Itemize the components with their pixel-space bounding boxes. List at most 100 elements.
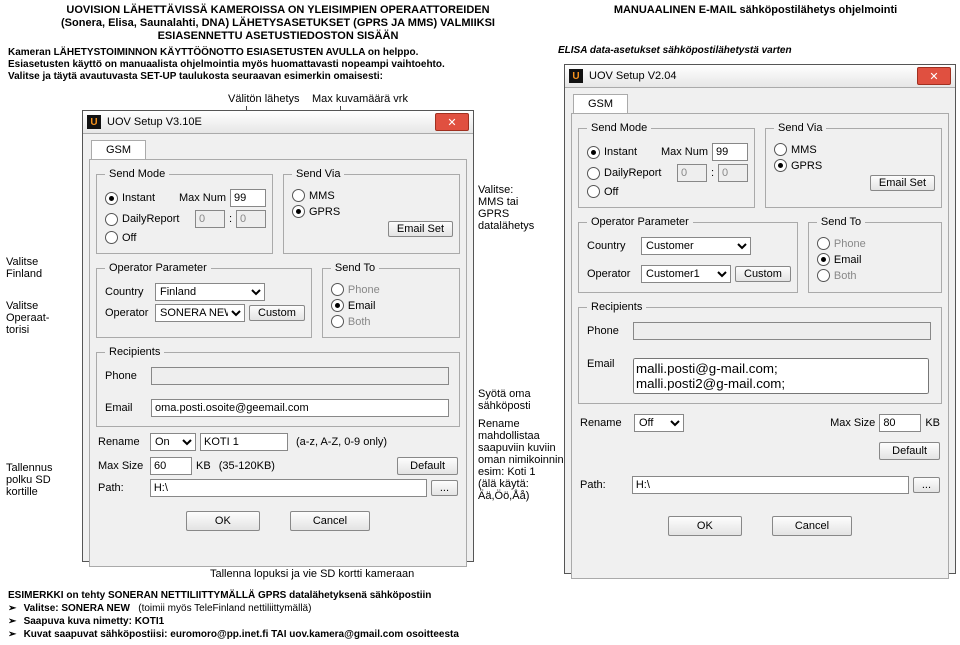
radio-off[interactable] <box>587 185 600 198</box>
input-maxnum[interactable] <box>712 143 748 161</box>
tab-gsm[interactable]: GSM <box>573 94 628 113</box>
radio-sendto-phone[interactable] <box>331 283 344 296</box>
label-kb: KB <box>196 460 211 472</box>
label-maxsize: Max Size <box>98 460 146 472</box>
label-maxnum: Max Num <box>661 146 708 158</box>
right-subheading: ELISA data-asetukset sähköpostilähetystä… <box>558 45 953 57</box>
radio-sendto-both[interactable] <box>331 315 344 328</box>
group-operator-parameter: Operator Parameter Country Customer Oper… <box>578 216 798 293</box>
input-daily-m <box>236 210 266 228</box>
legend-send-to: Send To <box>331 262 379 274</box>
label-sendto-phone: Phone <box>834 238 866 250</box>
input-rec-email[interactable] <box>151 399 449 417</box>
caption-email: Syötä oma sähköposti <box>478 388 548 412</box>
uov-setup-dialog-2: U UOV Setup V2.04 ✕ GSM Send Mode Instan… <box>564 64 956 574</box>
label-kb: KB <box>925 417 940 429</box>
input-maxnum[interactable] <box>230 189 266 207</box>
input-daily-h <box>677 164 707 182</box>
radio-mms[interactable] <box>292 189 305 202</box>
select-country[interactable]: Customer <box>641 237 751 255</box>
label-off: Off <box>122 232 136 244</box>
radio-dailyreport[interactable] <box>105 213 118 226</box>
browse-button[interactable]: ... <box>913 477 940 493</box>
close-icon[interactable]: ✕ <box>917 67 951 85</box>
radio-gprs[interactable] <box>292 205 305 218</box>
left-intro: Kameran LÄHETYSTOIMINNON KÄYTTÖÖNOTTO ES… <box>8 47 548 83</box>
cancel-button[interactable]: Cancel <box>772 516 852 536</box>
label-maxsize: Max Size <box>830 417 875 429</box>
custom-button[interactable]: Custom <box>249 305 305 321</box>
label-sendto-email: Email <box>834 254 862 266</box>
input-daily-m <box>718 164 748 182</box>
radio-off[interactable] <box>105 231 118 244</box>
custom-button[interactable]: Custom <box>735 266 791 282</box>
label-rename: Rename <box>580 417 630 429</box>
email-set-button[interactable]: Email Set <box>388 221 453 237</box>
app-icon: U <box>87 115 101 129</box>
radio-sendto-email[interactable] <box>331 299 344 312</box>
label-off: Off <box>604 186 618 198</box>
app-icon: U <box>569 69 583 83</box>
label-mms: MMS <box>309 190 335 202</box>
input-maxsize[interactable] <box>879 414 921 432</box>
input-rename[interactable] <box>200 433 288 451</box>
select-operator[interactable]: Customer1 <box>641 265 731 283</box>
email-set-button[interactable]: Email Set <box>870 175 935 191</box>
legend-recipients: Recipients <box>105 346 164 358</box>
default-button[interactable]: Default <box>879 442 940 460</box>
input-rec-email[interactable]: malli.posti@g-mail.com; malli.posti2@g-m… <box>633 358 929 394</box>
radio-sendto-phone[interactable] <box>817 237 830 250</box>
label-mms: MMS <box>791 144 817 156</box>
window-title: UOV Setup V2.04 <box>589 70 676 82</box>
label-instant: Instant <box>604 146 637 158</box>
tab-gsm[interactable]: GSM <box>91 140 146 159</box>
radio-sendto-email[interactable] <box>817 253 830 266</box>
label-operator: Operator <box>105 307 151 319</box>
select-rename[interactable]: On <box>150 433 196 451</box>
label-sendto-both: Both <box>834 270 857 282</box>
group-send-to: Send To Phone Email Both <box>322 262 460 338</box>
label-rec-phone: Phone <box>587 325 629 337</box>
cancel-button[interactable]: Cancel <box>290 511 370 531</box>
caption-instant: Välitön lähetys <box>228 93 300 105</box>
close-icon[interactable]: ✕ <box>435 113 469 131</box>
caption-operator: Valitse Operaat- torisi <box>6 300 61 336</box>
legend-op-param: Operator Parameter <box>105 262 211 274</box>
radio-gprs[interactable] <box>774 159 787 172</box>
ok-button[interactable]: OK <box>668 516 742 536</box>
radio-sendto-both[interactable] <box>817 269 830 282</box>
label-country: Country <box>587 240 637 252</box>
label-rename: Rename <box>98 436 146 448</box>
browse-button[interactable]: ... <box>431 480 458 496</box>
label-rec-email: Email <box>587 358 629 370</box>
input-maxsize[interactable] <box>150 457 192 475</box>
radio-instant[interactable] <box>587 146 600 159</box>
label-sendto-email: Email <box>348 300 376 312</box>
label-rename-hint: (a-z, A-Z, 0-9 only) <box>296 436 387 448</box>
caption-save-sd: Tallenna lopuksi ja vie SD kortti kamera… <box>210 568 414 580</box>
group-send-mode: Send Mode Instant Max Num DailyReport : <box>578 122 755 208</box>
caption-finland: Valitse Finland <box>6 256 56 280</box>
input-path[interactable] <box>150 479 427 497</box>
right-heading: MANUAALINEN E-MAIL sähköpostilähetys ohj… <box>558 4 953 17</box>
label-dailyreport: DailyReport <box>122 213 179 225</box>
radio-instant[interactable] <box>105 192 118 205</box>
select-rename[interactable]: Off <box>634 414 684 432</box>
caption-rename: Rename mahdollistaa saapuviin kuviin oma… <box>478 418 568 502</box>
select-country[interactable]: Finland <box>155 283 265 301</box>
label-sendto-both: Both <box>348 316 371 328</box>
group-send-via: Send Via MMS GPRS Email Set <box>283 168 460 254</box>
ok-button[interactable]: OK <box>186 511 260 531</box>
label-kb-hint: (35-120KB) <box>219 460 275 472</box>
label-path: Path: <box>580 479 628 491</box>
select-operator[interactable]: SONERA NEW <box>155 304 245 322</box>
label-sendto-phone: Phone <box>348 284 380 296</box>
radio-mms[interactable] <box>774 143 787 156</box>
legend-send-mode: Send Mode <box>105 168 169 180</box>
radio-dailyreport[interactable] <box>587 167 600 180</box>
legend-send-via: Send Via <box>292 168 344 180</box>
caption-sendvia: Valitse: MMS tai GPRS datalähetys <box>478 184 548 232</box>
input-path[interactable] <box>632 476 909 494</box>
input-rec-phone <box>633 322 931 340</box>
default-button[interactable]: Default <box>397 457 458 475</box>
